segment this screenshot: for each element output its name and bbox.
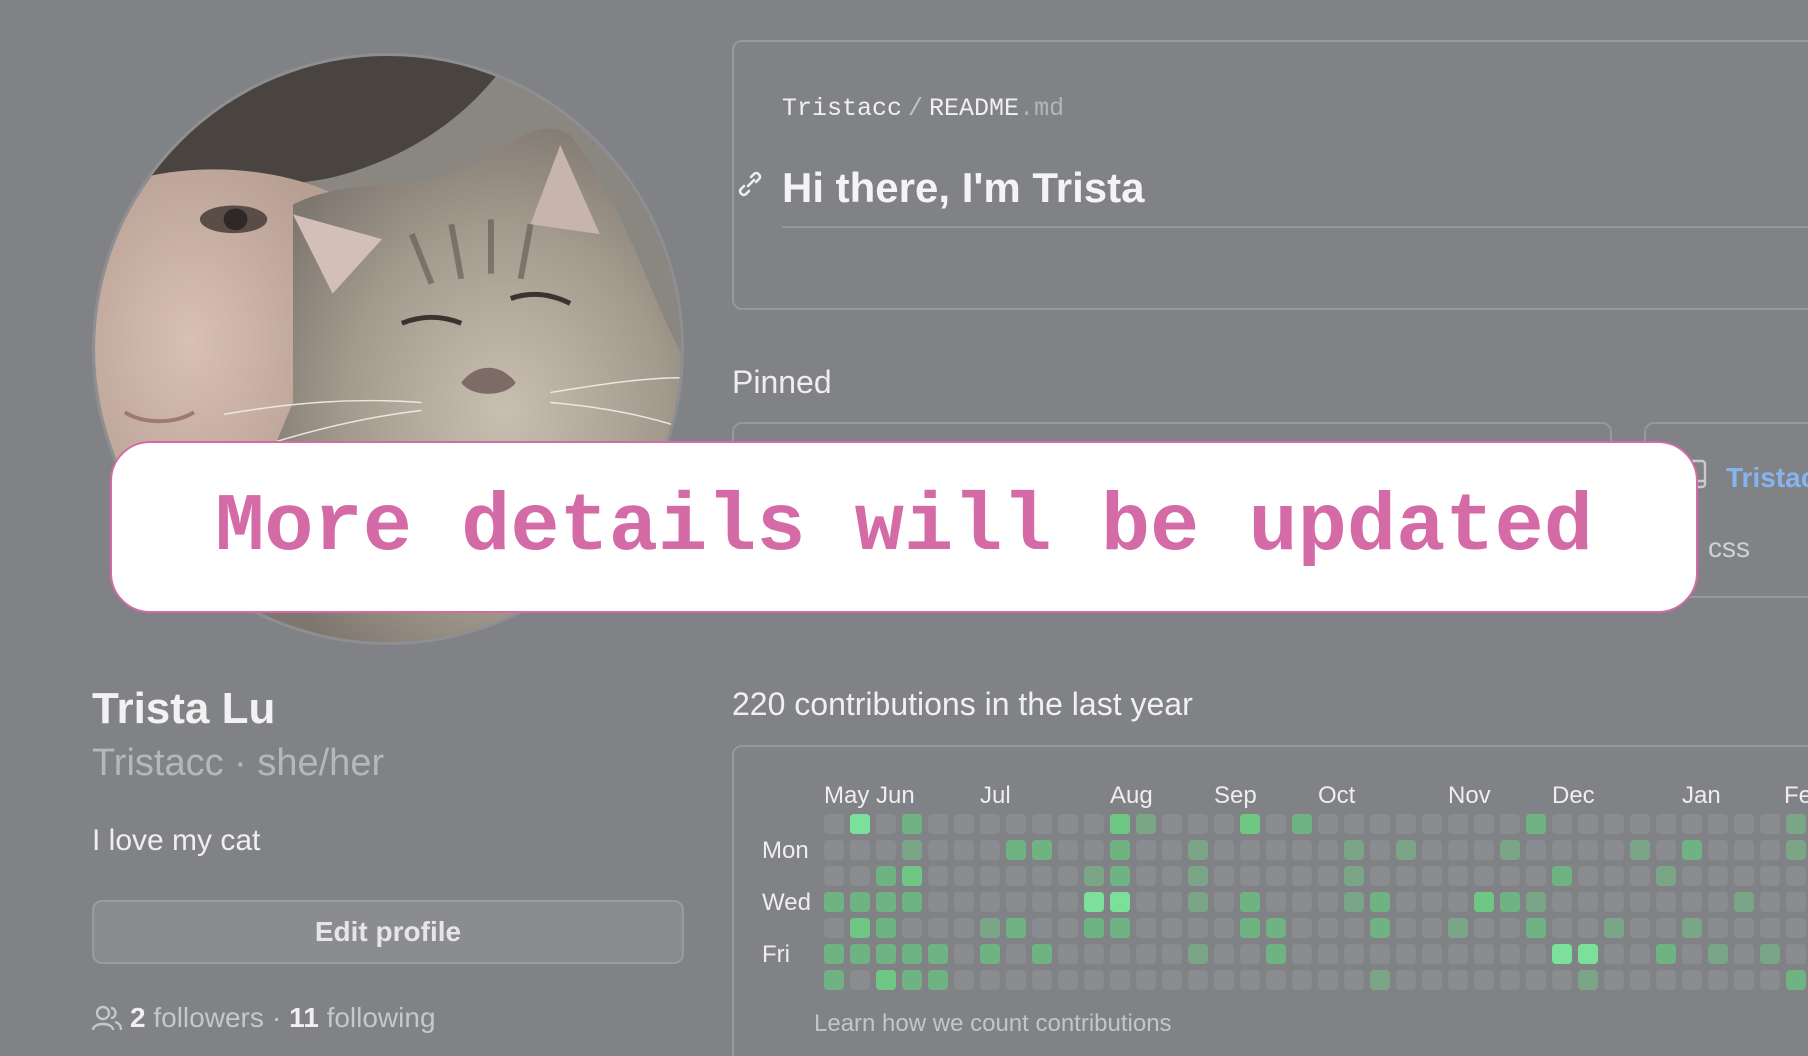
pinned-heading: Pinned xyxy=(732,364,832,400)
readme-file-ext: .md xyxy=(1019,94,1065,123)
learn-contributions-link[interactable]: Learn how we count contributions xyxy=(814,1010,1172,1038)
update-notice-banner: More details will be updated xyxy=(110,441,1698,613)
month-label: Jun xyxy=(876,782,915,809)
contributions-heading: 220 contributions in the last year xyxy=(732,686,1193,722)
profile-username: Tristacc · she/her xyxy=(92,742,385,784)
month-label: Fe xyxy=(1784,782,1808,809)
readme-file-link[interactable]: README.md xyxy=(929,94,1064,123)
followers-count: 2 xyxy=(130,1002,146,1033)
anchor-link-icon[interactable] xyxy=(734,168,766,200)
month-label: May xyxy=(824,782,870,809)
readme-file-name: README xyxy=(929,94,1020,123)
month-label: Jul xyxy=(980,782,1011,809)
following-label: following xyxy=(326,1002,436,1033)
month-label: Sep xyxy=(1214,782,1257,809)
path-separator: / xyxy=(908,94,924,123)
followers-link[interactable]: 2 followers xyxy=(130,1002,264,1034)
pinned-repo-link[interactable]: Tristac xyxy=(1726,462,1808,494)
day-label: Fri xyxy=(762,941,790,968)
month-label: Aug xyxy=(1110,782,1153,809)
month-label: Nov xyxy=(1448,782,1491,809)
readme-divider xyxy=(782,226,1808,228)
followers-label: followers xyxy=(153,1002,264,1033)
month-label: Oct xyxy=(1318,782,1356,809)
following-count: 11 xyxy=(289,1002,319,1033)
profile-bio: I love my cat xyxy=(92,824,261,857)
month-label: Jan xyxy=(1682,782,1721,809)
follow-stats: 2 followers · 11 following xyxy=(92,1002,436,1034)
day-label: Mon xyxy=(762,837,809,864)
profile-name: Trista Lu xyxy=(92,684,276,733)
readme-path: Tristacc / README.md xyxy=(782,94,1064,123)
following-link[interactable]: 11 following xyxy=(289,1002,435,1034)
readme-owner-link[interactable]: Tristacc xyxy=(782,94,902,123)
repo-language: css xyxy=(1708,532,1750,563)
people-icon xyxy=(92,1005,122,1031)
edit-profile-button[interactable]: Edit profile xyxy=(92,900,684,964)
day-label: Wed xyxy=(762,889,811,916)
follow-separator: · xyxy=(271,1002,282,1033)
readme-heading: Hi there, I'm Trista xyxy=(782,164,1145,211)
month-label: Dec xyxy=(1552,782,1595,809)
